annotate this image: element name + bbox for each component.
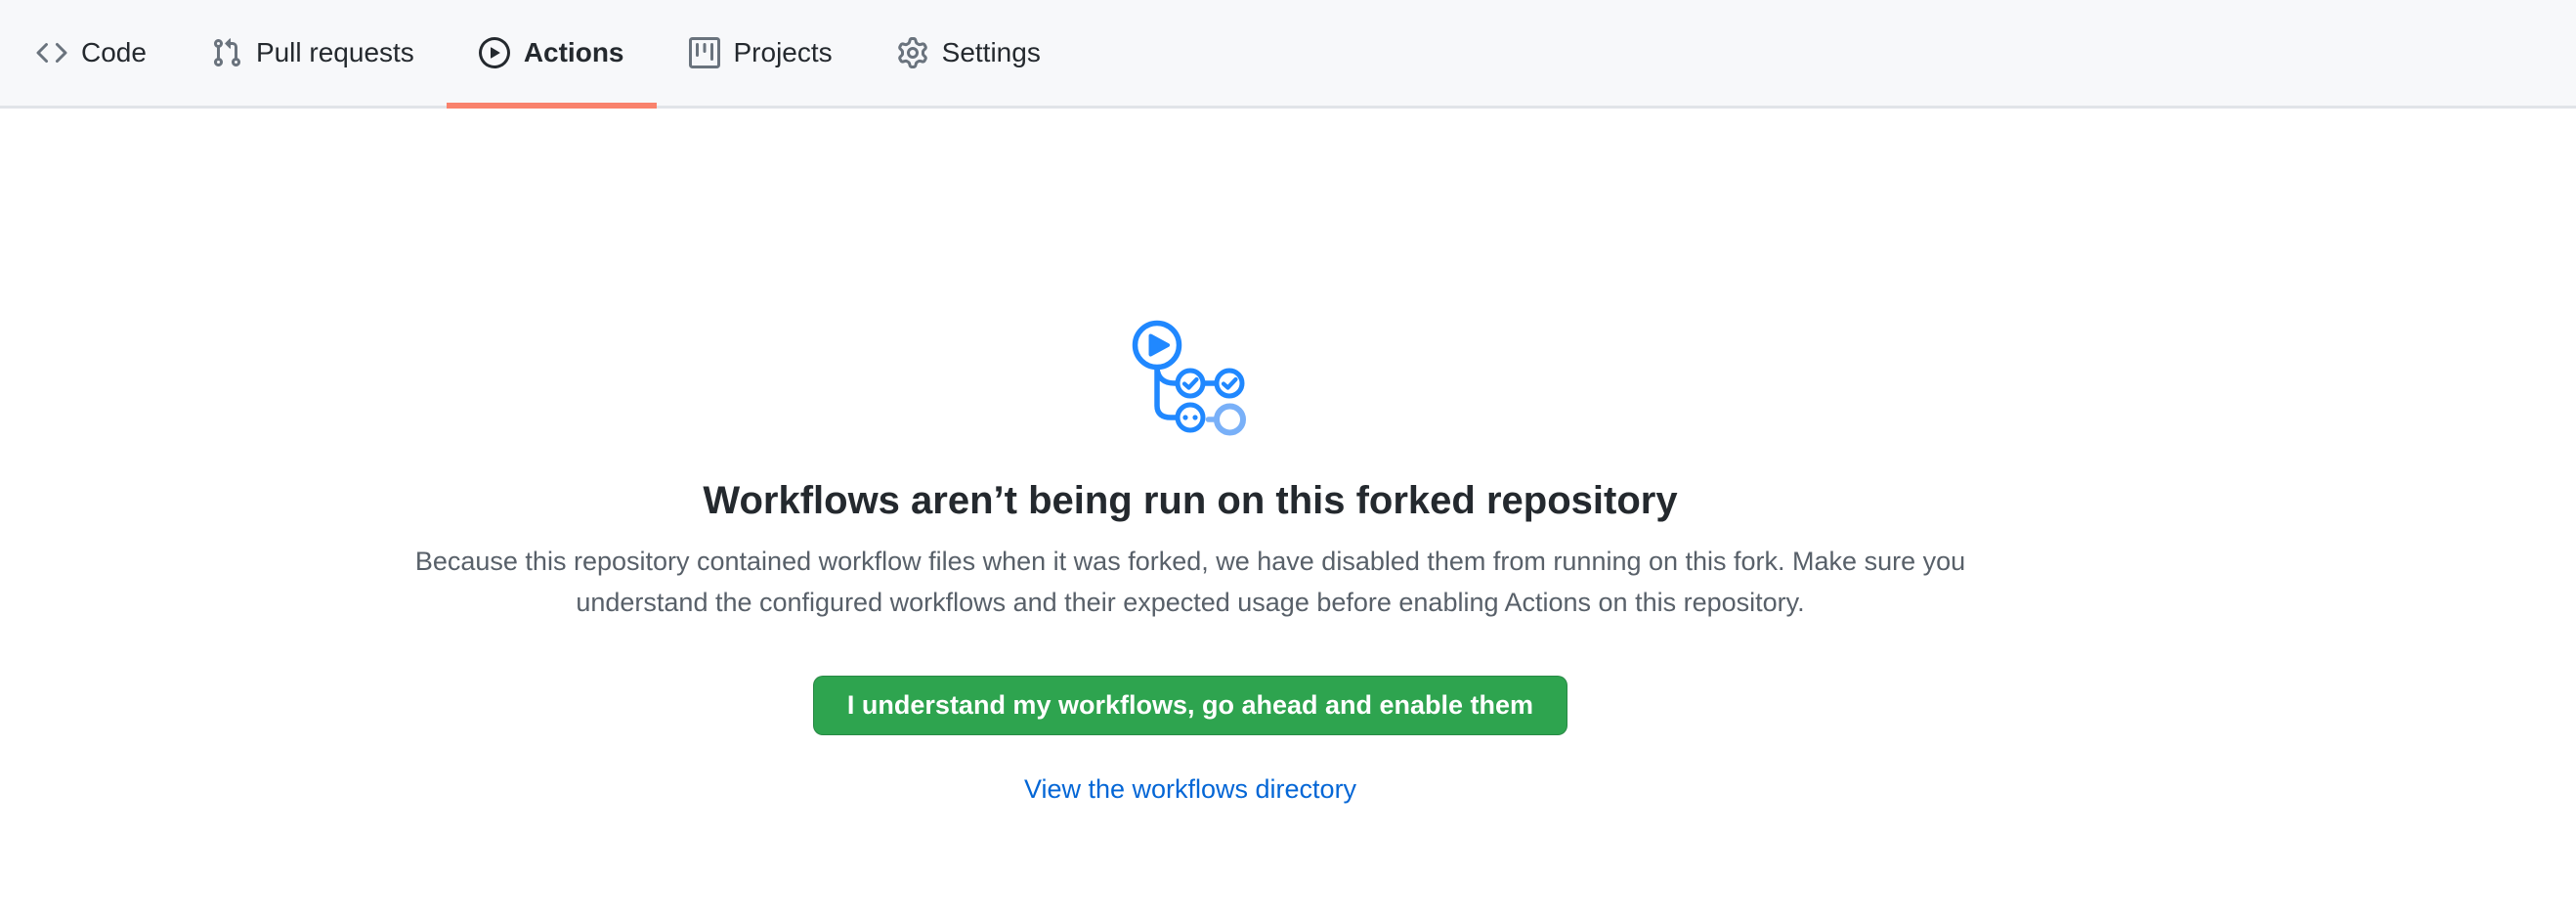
tab-pull-requests[interactable]: Pull requests — [179, 0, 447, 106]
blankslate-description: Because this repository contained workfl… — [360, 541, 2021, 623]
view-workflows-directory-link[interactable]: View the workflows directory — [1024, 774, 1356, 805]
tab-actions[interactable]: Actions — [447, 0, 657, 106]
tab-projects-label: Projects — [734, 37, 833, 68]
tab-projects[interactable]: Projects — [657, 0, 865, 106]
play-icon — [479, 37, 510, 68]
enable-workflows-button[interactable]: I understand my workflows, go ahead and … — [813, 676, 1567, 735]
actions-blankslate: Workflows aren’t being run on this forke… — [360, 109, 2021, 805]
workflow-graph-icon — [1122, 312, 1259, 441]
page-title: Workflows aren’t being run on this forke… — [703, 476, 1677, 525]
tab-code[interactable]: Code — [4, 0, 179, 106]
tab-pull-requests-label: Pull requests — [256, 37, 414, 68]
git-pull-request-icon — [211, 37, 242, 68]
gear-icon — [897, 37, 928, 68]
repo-tab-bar: Code Pull requests Actions Projects Sett… — [0, 0, 2576, 109]
tab-actions-label: Actions — [524, 37, 624, 68]
tab-settings-label: Settings — [942, 37, 1041, 68]
code-icon — [36, 37, 67, 68]
tab-code-label: Code — [81, 37, 147, 68]
tab-settings[interactable]: Settings — [865, 0, 1073, 106]
project-icon — [689, 37, 720, 68]
